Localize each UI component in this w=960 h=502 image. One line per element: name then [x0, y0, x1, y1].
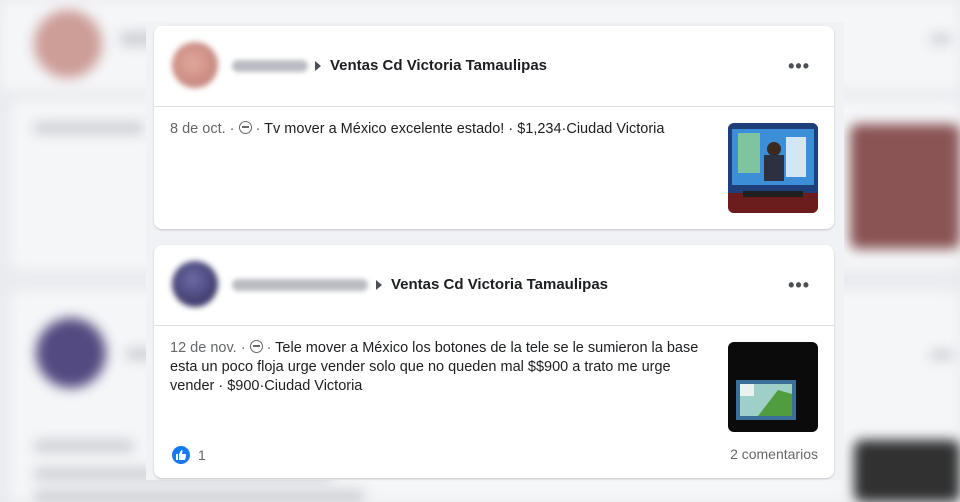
- listing-thumbnail[interactable]: [728, 123, 818, 213]
- post-card: Ventas Cd Victoria Tamaulipas ••• 8 de o…: [154, 26, 834, 229]
- like-count[interactable]: 1: [198, 447, 206, 463]
- author-name-blurred[interactable]: [232, 60, 308, 72]
- post-header: Ventas Cd Victoria Tamaulipas •••: [154, 26, 834, 107]
- post-text: 12 de nov. · · Tele mover a México los b…: [170, 340, 699, 394]
- group-name-link[interactable]: Ventas Cd Victoria Tamaulipas: [391, 276, 608, 293]
- like-icon[interactable]: [172, 446, 190, 464]
- post-date[interactable]: 8 de oct.: [170, 121, 226, 137]
- avatar[interactable]: [172, 42, 218, 88]
- chevron-right-icon: [376, 280, 382, 290]
- post-text: 8 de oct. · · Tv mover a México excelent…: [170, 121, 665, 137]
- globe-icon: [249, 340, 263, 353]
- group-name-link[interactable]: Ventas Cd Victoria Tamaulipas: [330, 57, 547, 74]
- globe-icon: [238, 121, 252, 134]
- post-date[interactable]: 12 de nov.: [170, 340, 237, 356]
- listing-thumbnail[interactable]: [728, 342, 818, 432]
- post-card: Ventas Cd Victoria Tamaulipas ••• 12 de …: [154, 245, 834, 478]
- chevron-right-icon: [315, 61, 321, 71]
- post-body: Tv mover a México excelente estado! · $1…: [264, 121, 665, 137]
- post-header: Ventas Cd Victoria Tamaulipas •••: [154, 245, 834, 326]
- author-name-blurred[interactable]: [232, 279, 368, 291]
- more-icon[interactable]: •••: [788, 275, 810, 296]
- comments-count-link[interactable]: 2 comentarios: [730, 446, 818, 462]
- more-icon[interactable]: •••: [788, 56, 810, 77]
- avatar[interactable]: [172, 261, 218, 307]
